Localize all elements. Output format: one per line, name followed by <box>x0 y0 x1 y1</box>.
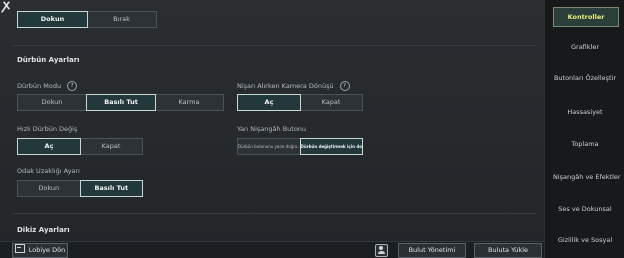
focal-length-selector: Dokun Basılı Tut <box>17 180 143 197</box>
sidebar-item-customize-buttons[interactable]: Butonları Özelleştir <box>553 69 617 87</box>
focal-length-option[interactable]: Basılı Tut <box>79 180 143 197</box>
help-icon[interactable]: ? <box>67 81 78 91</box>
quick-scope-selector: Aç Kapat <box>17 138 143 155</box>
scope-mode-option[interactable]: Basılı Tut <box>86 94 156 111</box>
top-toggle: Dokun Bırak <box>17 11 157 28</box>
quick-scope-option[interactable]: Kapat <box>80 139 142 154</box>
sidebar-item-controls[interactable]: Kontroller <box>553 7 619 27</box>
camera-rotation-selector: Aç Kapat <box>237 94 363 111</box>
camera-rotation-option[interactable]: Kapat <box>300 95 362 110</box>
camera-rotation-label: Nişan Alırken Kamera Dönüşü? <box>237 81 350 91</box>
side-aim-label: Yan Nişangâh Butonu <box>237 125 307 133</box>
settings-sidebar: Kontroller Grafikler Butonları Özelleşti… <box>544 0 624 258</box>
divider <box>12 213 537 214</box>
return-lobby-button[interactable]: Lobiye Dön <box>12 243 68 258</box>
top-toggle-option[interactable]: Bırak <box>87 12 156 27</box>
bottom-bar: Lobiye Dön Bulut Yönetimi Buluta Yükle <box>0 241 544 258</box>
scope-mode-selector: Dokun Basılı Tut Karma <box>17 94 224 111</box>
quick-scope-label: Hızlı Dürbün Değiş <box>17 125 78 133</box>
focal-length-label: Odak Uzaklığı Ayarı <box>17 167 80 175</box>
camera-rotation-option[interactable]: Aç <box>237 94 301 111</box>
side-aim-option[interactable]: Dürbün butonunu yana doğru... <box>238 139 301 154</box>
settings-main-panel: ꭗ Dokun Bırak Dürbün Ayarları Dürbün Mod… <box>0 0 544 258</box>
section-title-scope: Dürbün Ayarları <box>17 56 80 64</box>
sidebar-item-sensitivity[interactable]: Hassasiyet <box>553 103 617 121</box>
corner-glyph-icon: ꭗ <box>3 0 10 13</box>
cloud-manage-button[interactable]: Bulut Yönetimi <box>398 243 466 258</box>
camera-rotation-label-text: Nişan Alırken Kamera Dönüşü <box>237 82 334 90</box>
section-title-tilt: Dikiz Ayarları <box>17 226 70 234</box>
cloud-upload-button[interactable]: Buluta Yükle <box>474 243 542 258</box>
top-toggle-option[interactable]: Dokun <box>17 11 88 28</box>
scope-mode-label-text: Dürbün Modu <box>17 82 62 90</box>
help-icon[interactable]: ? <box>339 81 350 91</box>
return-lobby-label: Lobiye Dön <box>28 246 66 254</box>
sidebar-item-crosshair-effects[interactable]: Nişangâh ve Efektler <box>553 168 621 186</box>
scope-mode-option[interactable]: Dokun <box>18 95 87 110</box>
sidebar-item-graphics[interactable]: Grafikler <box>553 38 617 56</box>
profile-icon[interactable] <box>375 244 388 257</box>
sidebar-item-privacy-social[interactable]: Gizlilik ve Sosyal <box>553 231 617 249</box>
scope-mode-option[interactable]: Karma <box>155 95 223 110</box>
focal-length-option[interactable]: Dokun <box>18 181 81 196</box>
divider <box>12 45 537 46</box>
scope-mode-label: Dürbün Modu? <box>17 81 78 91</box>
sidebar-item-audio-haptics[interactable]: Ses ve Dokunsal <box>553 200 617 218</box>
sidebar-item-pickup[interactable]: Toplama <box>553 135 617 153</box>
side-aim-selector: Dürbün butonunu yana doğru... Dürbün değ… <box>237 138 363 155</box>
side-aim-option[interactable]: Dürbün değiştirmek için dokun <box>299 138 363 155</box>
return-icon <box>14 244 25 253</box>
quick-scope-option[interactable]: Aç <box>17 138 81 155</box>
